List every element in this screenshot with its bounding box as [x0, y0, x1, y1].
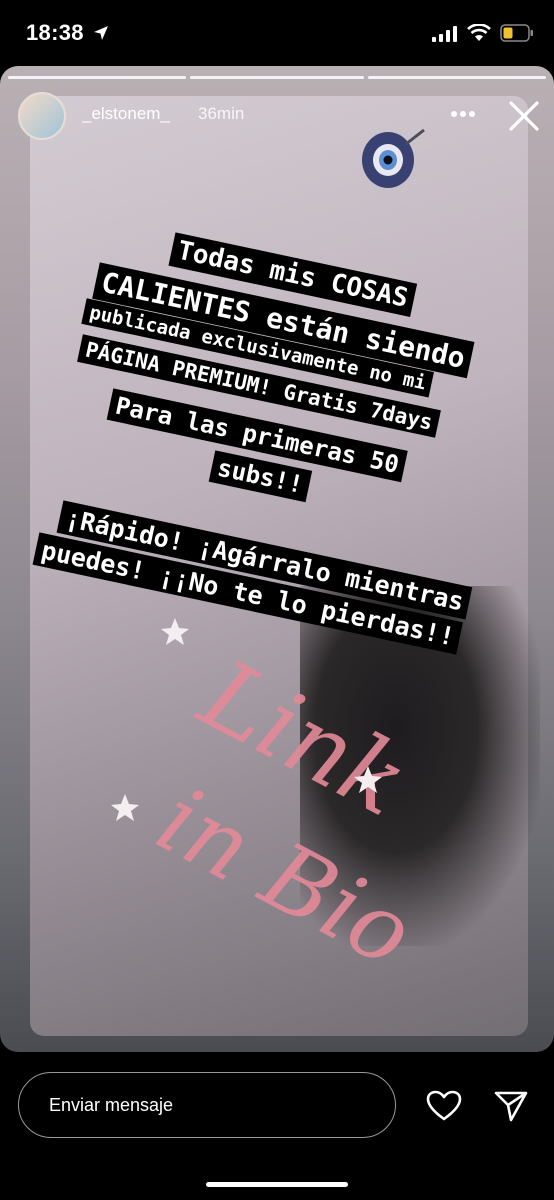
story-viewer[interactable]: _elstonem_ 36min Link in Bio Todas mis C…: [0, 66, 554, 1052]
status-bar: 18:38: [0, 0, 554, 66]
battery-icon: [500, 24, 533, 42]
story-caption: Todas mis COSAS CALIENTES están siendo p…: [0, 66, 554, 1052]
signal-icon: [432, 26, 457, 42]
message-input[interactable]: Enviar mensaje: [18, 1072, 396, 1138]
location-arrow-icon: [94, 26, 108, 40]
send-icon[interactable]: [494, 1090, 528, 1122]
status-time: 18:38: [26, 20, 84, 45]
heart-icon[interactable]: [426, 1090, 462, 1122]
wifi-icon: [467, 24, 491, 41]
home-indicator: [206, 1182, 348, 1187]
message-placeholder: Enviar mensaje: [49, 1095, 174, 1115]
reply-bar: Enviar mensaje: [0, 1052, 554, 1200]
